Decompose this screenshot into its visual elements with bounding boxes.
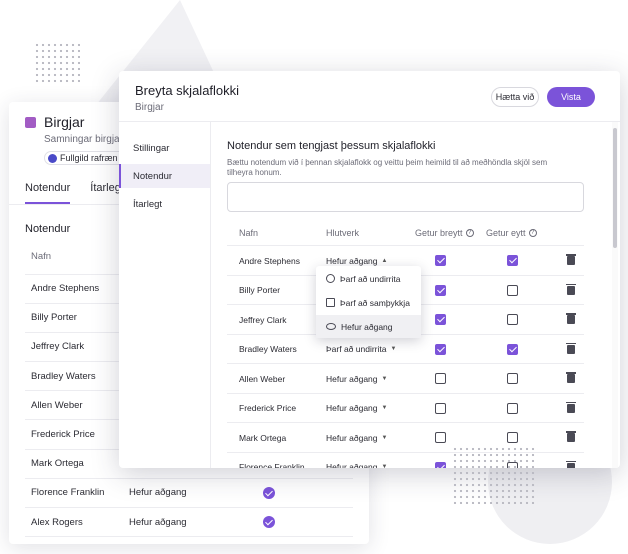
user-name: Andre Stephens xyxy=(239,255,300,266)
chevron-up-icon: ▲ xyxy=(381,257,388,264)
user-name: Billy Porter xyxy=(239,285,281,295)
user-role: Hefur aðgang xyxy=(129,487,187,499)
help-icon[interactable]: ? xyxy=(528,229,537,237)
user-name: Florence Franklin xyxy=(31,487,105,499)
can-edit-checkbox[interactable] xyxy=(435,402,446,414)
scrollbar-thumb[interactable] xyxy=(613,128,617,248)
role-option[interactable]: Hefur aðgang xyxy=(316,315,421,338)
role-option[interactable]: Þarf að undirrita xyxy=(316,267,421,290)
user-name: Alex Rogers xyxy=(31,516,83,528)
user-icon xyxy=(48,153,57,163)
user-name: Allen Weber xyxy=(239,373,286,384)
column-header-role: Hlutverk xyxy=(326,228,360,238)
user-name: Bradley Waters xyxy=(239,344,297,354)
chevron-down-icon: ▼ xyxy=(381,405,388,411)
can-edit-checkbox[interactable] xyxy=(435,255,446,266)
table-row[interactable]: Alex Rogers Hefur aðgang xyxy=(25,508,353,538)
user-name: Billy Porter xyxy=(31,312,77,324)
check-circle-icon xyxy=(263,486,275,499)
user-name: Andre Stephens xyxy=(31,283,100,295)
decor-dots xyxy=(452,446,538,504)
column-header-name: Nafn xyxy=(239,228,259,238)
user-name: Jeffrey Clark xyxy=(239,314,287,325)
user-name: Mark Ortega xyxy=(31,458,84,470)
chevron-down-icon: ▼ xyxy=(381,464,388,468)
user-name: Bradley Waters xyxy=(31,370,96,382)
column-header-can-delete: Getur eytt ? xyxy=(486,228,537,238)
modal-sidebar: Stillingar Notendur Ítarlegt xyxy=(119,122,211,468)
can-delete-checkbox[interactable] xyxy=(507,314,518,325)
trash-icon[interactable] xyxy=(566,342,576,354)
check-circle-icon xyxy=(263,516,275,529)
save-button[interactable]: Vista xyxy=(547,87,595,107)
chevron-down-icon: ▼ xyxy=(381,375,388,382)
role-select[interactable]: Hefur aðgang ▼ xyxy=(326,364,387,393)
modal-header: Breyta skjalaflokki Birgjar Hætta við Vi… xyxy=(119,71,620,122)
can-edit-checkbox[interactable] xyxy=(435,284,446,296)
user-name: Florence Franklin xyxy=(239,462,305,468)
table-row: Frederick Price Hefur aðgang ▼ xyxy=(227,394,584,423)
trash-icon[interactable] xyxy=(566,372,576,383)
can-delete-checkbox[interactable] xyxy=(507,432,518,443)
can-delete-checkbox[interactable] xyxy=(507,373,518,384)
cancel-button[interactable]: Hætta við xyxy=(491,87,539,107)
user-name: Allen Weber xyxy=(31,399,83,411)
circle-check-icon xyxy=(326,274,335,283)
users-section-description: Bættu notendum við í þennan skjalaflokk … xyxy=(227,158,548,177)
role-select[interactable]: Hefur aðgang ▼ xyxy=(326,423,387,452)
can-edit-checkbox[interactable] xyxy=(435,314,446,325)
user-name: Frederick Price xyxy=(31,429,95,441)
table-row[interactable]: Florence Franklin Hefur aðgang xyxy=(25,479,353,508)
square-check-icon xyxy=(326,298,335,307)
table-row: Bradley Waters Þarf að undirrita ▼ xyxy=(227,335,584,364)
trash-icon[interactable] xyxy=(566,401,576,413)
users-section-title: Notendur sem tengjast þessum skjalaflokk… xyxy=(227,140,436,152)
trash-icon[interactable] xyxy=(566,460,576,468)
column-header-can-edit: Getur breytt ? xyxy=(415,228,474,238)
decor-dots xyxy=(34,42,80,84)
user-name: Jeffrey Clark xyxy=(31,341,85,353)
role-select[interactable]: Hefur aðgang ▼ xyxy=(326,453,388,468)
chevron-down-icon: ▼ xyxy=(381,434,388,441)
users-table-header: Nafn Hlutverk Getur breytt ? Getur eytt … xyxy=(227,222,584,246)
help-icon[interactable]: ? xyxy=(465,229,474,237)
can-edit-checkbox[interactable] xyxy=(435,432,446,443)
role-select[interactable]: Þarf að undirrita ▼ xyxy=(326,335,396,364)
can-delete-checkbox[interactable] xyxy=(507,343,518,355)
trash-icon[interactable] xyxy=(566,313,576,324)
trash-icon[interactable] xyxy=(566,431,576,442)
can-delete-checkbox[interactable] xyxy=(507,284,518,296)
add-user-input[interactable] xyxy=(227,182,584,212)
chevron-down-icon: ▼ xyxy=(390,346,397,352)
can-edit-checkbox[interactable] xyxy=(435,343,446,355)
user-role: Hefur aðgang xyxy=(129,516,187,528)
sidebar-item-settings[interactable]: Stillingar xyxy=(119,136,210,160)
role-dropdown-menu: Þarf að undirrita Þarf að samþykkja Hefur … xyxy=(316,266,421,338)
sidebar-item-advanced[interactable]: Ítarlegt xyxy=(119,192,210,216)
user-name: Mark Ortega xyxy=(239,432,287,443)
can-delete-checkbox[interactable] xyxy=(507,255,518,266)
can-edit-checkbox[interactable] xyxy=(435,461,446,468)
category-title: Birgjar xyxy=(44,114,85,130)
can-delete-checkbox[interactable] xyxy=(507,402,518,414)
eye-icon xyxy=(326,323,336,330)
sidebar-item-users[interactable]: Notendur xyxy=(119,164,210,188)
category-color-swatch xyxy=(25,116,36,128)
role-option[interactable]: Þarf að samþykkja xyxy=(316,291,421,314)
trash-icon[interactable] xyxy=(566,283,576,295)
trash-icon[interactable] xyxy=(566,254,576,265)
role-select[interactable]: Hefur aðgang ▼ xyxy=(326,394,387,423)
tab-users[interactable]: Notendur xyxy=(25,182,71,204)
user-name: Frederick Price xyxy=(239,403,297,413)
table-row: Allen Weber Hefur aðgang ▼ xyxy=(227,364,584,394)
can-edit-checkbox[interactable] xyxy=(435,373,446,384)
